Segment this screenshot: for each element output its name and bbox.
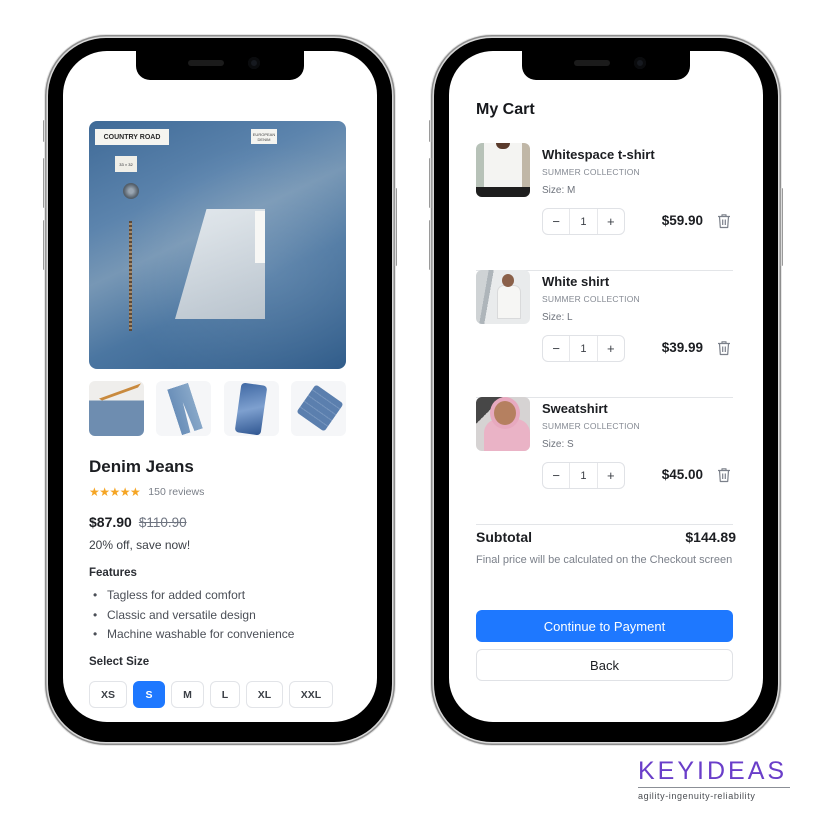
- power-button: [394, 188, 397, 266]
- speaker-grille: [574, 60, 610, 66]
- discount-text: 20% off, save now!: [89, 538, 191, 552]
- cart-screen: My Cart Whitespace t-shirt SUMMER COLLEC…: [449, 51, 763, 722]
- product-thumbnail-white-shirt[interactable]: [476, 270, 530, 324]
- thumbnail-jeans-flat-lay[interactable]: [156, 381, 212, 436]
- cart-item-price: $59.90: [661, 213, 703, 228]
- inner-label: [255, 211, 265, 263]
- quantity-value: 1: [569, 336, 598, 361]
- thumbnail-jeans-on-hanger[interactable]: [89, 381, 144, 436]
- brand-divider: [638, 787, 790, 788]
- brand-logo: KEYIDEAS agility-ingenuity-reliability: [638, 757, 790, 801]
- decrease-quantity-button[interactable]: −: [543, 209, 569, 234]
- current-price: $87.90: [89, 514, 132, 530]
- thumbnail-jeans-stack-twisted[interactable]: [223, 381, 279, 436]
- cart-item-price: $45.00: [661, 467, 703, 482]
- volume-down-button: [429, 220, 432, 270]
- front-camera: [634, 57, 646, 69]
- notch: [136, 50, 304, 80]
- size-option-m[interactable]: M: [171, 681, 204, 708]
- secondary-label: EUROPEAN DENIM: [251, 129, 277, 144]
- quantity-value: 1: [569, 209, 598, 234]
- speaker-grille: [188, 60, 224, 66]
- notch: [522, 50, 690, 80]
- product-thumbnail-pink-sweatshirt[interactable]: [476, 397, 530, 451]
- size-heading: Select Size: [89, 656, 150, 668]
- size-tag: 33 × 32: [115, 156, 137, 172]
- phone-frame-cart: My Cart Whitespace t-shirt SUMMER COLLEC…: [429, 38, 783, 742]
- increase-quantity-button[interactable]: +: [598, 463, 624, 488]
- increase-quantity-button[interactable]: +: [598, 336, 624, 361]
- decrease-quantity-button[interactable]: −: [543, 336, 569, 361]
- volume-up-button: [429, 158, 432, 208]
- feature-item: Tagless for added comfort: [89, 586, 294, 606]
- cart-item-collection: SUMMER COLLECTION: [542, 421, 640, 431]
- cart-item: Sweatshirt SUMMER COLLECTION Size: S − 1…: [476, 397, 733, 525]
- continue-to-payment-button[interactable]: Continue to Payment: [476, 610, 733, 642]
- cart-item-price: $39.99: [661, 340, 703, 355]
- size-option-xxl[interactable]: XXL: [289, 681, 333, 708]
- cart-item-name[interactable]: White shirt: [542, 274, 609, 289]
- star-rating-icon: ★★★★★: [89, 485, 141, 499]
- cart-item-collection: SUMMER COLLECTION: [542, 294, 640, 304]
- volume-up-button: [43, 158, 46, 208]
- product-screen: COUNTRY ROAD EUROPEAN DENIM 33 × 32 Deni…: [63, 51, 377, 722]
- power-button: [780, 188, 783, 266]
- subtotal-note: Final price will be calculated on the Ch…: [476, 554, 733, 566]
- quantity-stepper: − 1 +: [542, 335, 625, 362]
- increase-quantity-button[interactable]: +: [598, 209, 624, 234]
- mute-switch: [43, 120, 46, 142]
- product-main-image[interactable]: COUNTRY ROAD EUROPEAN DENIM 33 × 32: [89, 121, 346, 369]
- rating: ★★★★★ 150 reviews: [89, 485, 204, 499]
- product-title: Denim Jeans: [89, 457, 194, 476]
- subtotal-label: Subtotal: [476, 529, 532, 545]
- cart-item: White shirt SUMMER COLLECTION Size: L − …: [476, 270, 733, 398]
- size-option-xl[interactable]: XL: [246, 681, 283, 708]
- subtotal-value: $144.89: [685, 529, 736, 545]
- cart-item-size: Size: S: [542, 439, 574, 450]
- brand-tagline: agility-ingenuity-reliability: [638, 791, 756, 801]
- feature-item: Classic and versatile design: [89, 606, 294, 626]
- cart-item-name[interactable]: Whitespace t-shirt: [542, 147, 655, 162]
- cart-item-name[interactable]: Sweatshirt: [542, 401, 608, 416]
- jeans-zipper: [129, 221, 132, 331]
- feature-item: Machine washable for convenience: [89, 625, 294, 645]
- price-row: $87.90 $110.90: [89, 514, 187, 530]
- original-price: $110.90: [138, 515, 187, 530]
- quantity-value: 1: [569, 463, 598, 488]
- trash-icon[interactable]: [717, 340, 731, 356]
- cart-item-size: Size: L: [542, 312, 573, 323]
- size-option-l[interactable]: L: [210, 681, 240, 708]
- thumbnail-jeans-folded[interactable]: [290, 381, 346, 436]
- quantity-stepper: − 1 +: [542, 208, 625, 235]
- back-button[interactable]: Back: [476, 649, 733, 681]
- decrease-quantity-button[interactable]: −: [543, 463, 569, 488]
- jeans-button: [123, 183, 139, 199]
- cart-title: My Cart: [476, 101, 535, 118]
- front-camera: [248, 57, 260, 69]
- quantity-stepper: − 1 +: [542, 462, 625, 489]
- cart-item-collection: SUMMER COLLECTION: [542, 167, 640, 177]
- cart-item-size: Size: M: [542, 185, 576, 196]
- phone-frame-product: COUNTRY ROAD EUROPEAN DENIM 33 × 32 Deni…: [43, 38, 397, 742]
- size-option-s[interactable]: S: [133, 681, 165, 708]
- size-option-xs[interactable]: XS: [89, 681, 127, 708]
- features-heading: Features: [89, 567, 137, 579]
- trash-icon[interactable]: [717, 467, 731, 483]
- size-selector: XS S M L XL XXL: [89, 681, 333, 708]
- cart-item: Whitespace t-shirt SUMMER COLLECTION Siz…: [476, 143, 733, 271]
- trash-icon[interactable]: [717, 213, 731, 229]
- brand-name: KEYIDEAS: [638, 757, 788, 785]
- reviews-count[interactable]: 150 reviews: [148, 486, 204, 498]
- features-list: Tagless for added comfort Classic and ve…: [89, 586, 294, 645]
- volume-down-button: [43, 220, 46, 270]
- mute-switch: [429, 120, 432, 142]
- brand-label: COUNTRY ROAD: [95, 129, 169, 145]
- product-thumbnail-white-tshirt[interactable]: [476, 143, 530, 197]
- thumbnail-strip: [89, 381, 346, 436]
